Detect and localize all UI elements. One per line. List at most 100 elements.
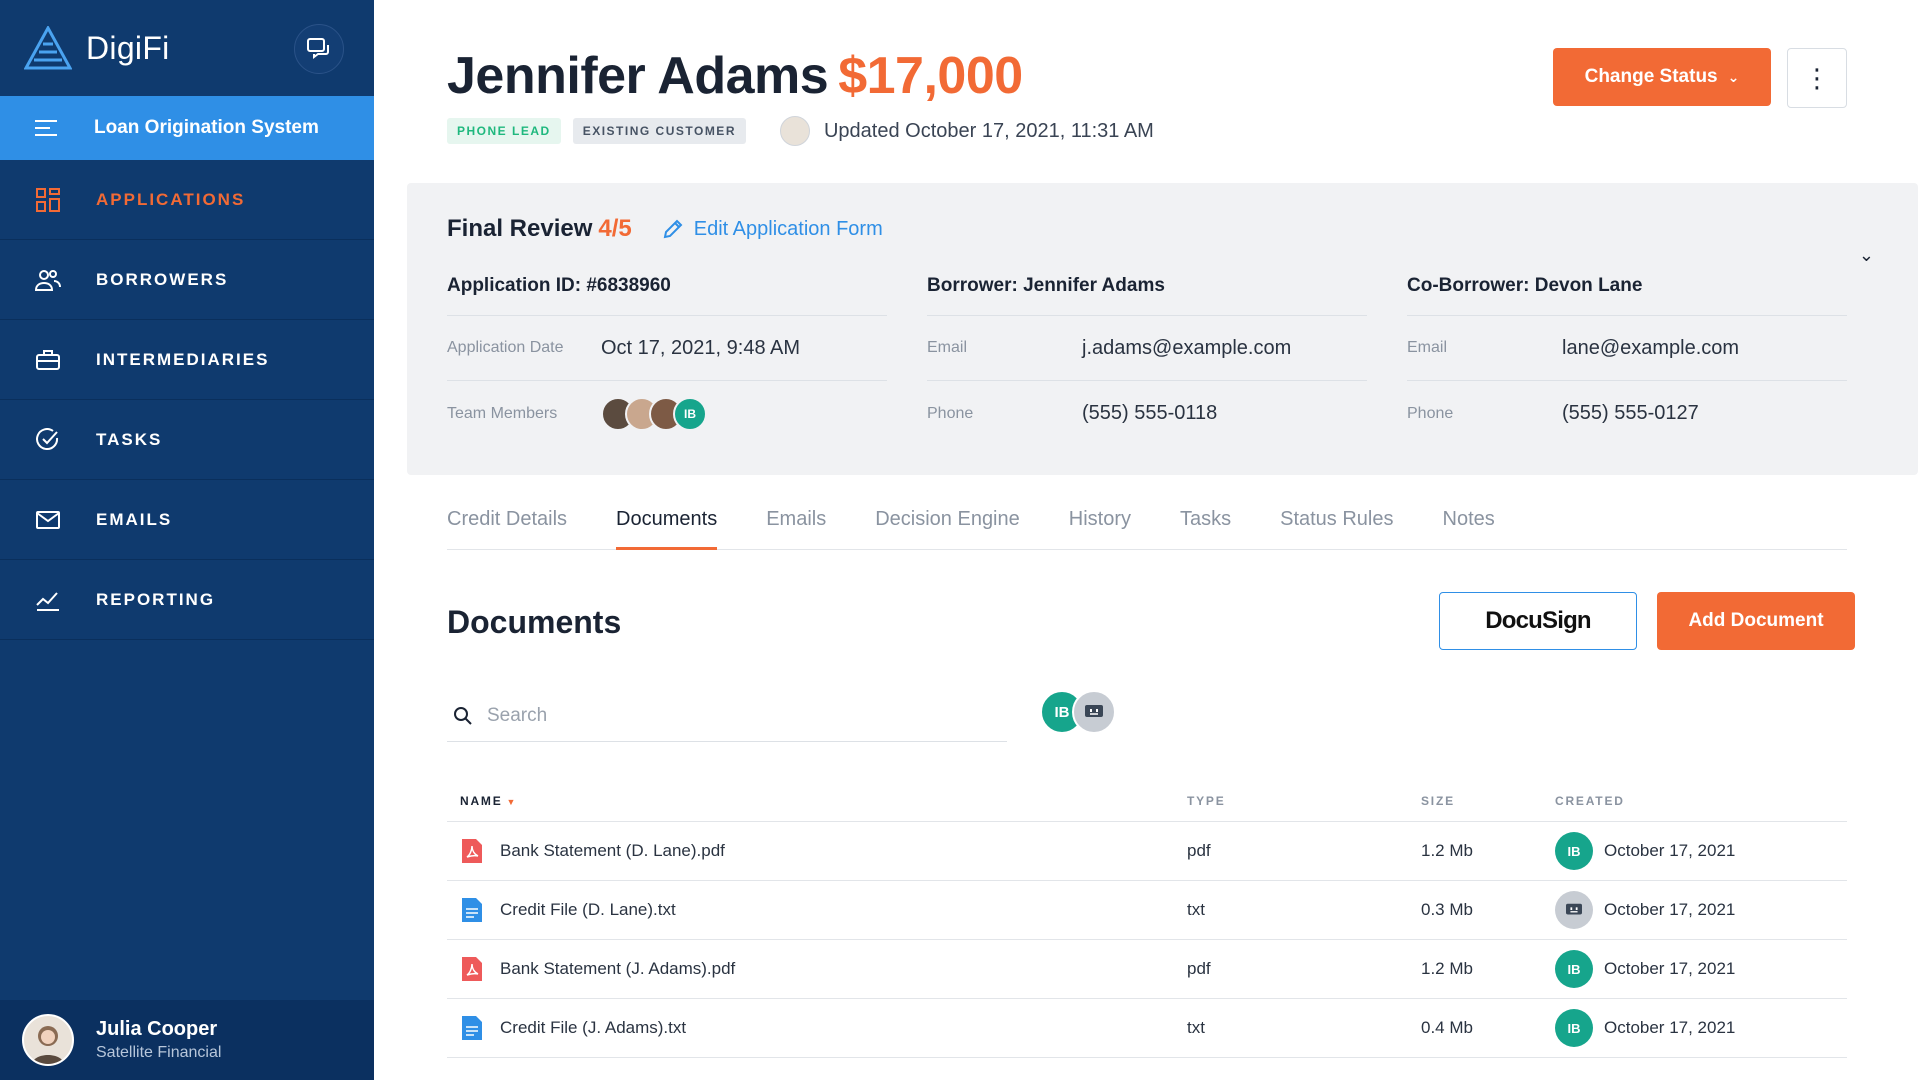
mail-icon [34, 506, 62, 534]
robot-icon [1085, 705, 1103, 717]
avatar [22, 1014, 74, 1066]
application-column: Application ID: #6838960 Application Dat… [447, 275, 887, 446]
search-input[interactable] [487, 704, 967, 727]
main-content: Jennifer Adams $17,000 PHONE LEAD EXISTIN… [374, 0, 1920, 1080]
users-icon [34, 266, 62, 294]
tag-existing-customer: EXISTING CUSTOMER [572, 118, 746, 144]
search-icon [454, 706, 472, 725]
borrower-email[interactable]: j.adams@example.com [1082, 337, 1291, 360]
pencil-icon [663, 219, 683, 239]
document-created-cell: IB October 17, 2021 [1555, 1009, 1735, 1047]
document-name: Credit File (D. Lane).txt [500, 900, 676, 919]
sidebar-item-intermediaries[interactable]: INTERMEDIARIES [0, 320, 374, 400]
updater-avatar [779, 116, 810, 146]
application-id: Application ID: #6838960 [447, 275, 887, 316]
text-file-icon [462, 898, 482, 922]
team-members-avatars[interactable]: IB [601, 396, 707, 431]
sort-down-icon: ▼ [506, 796, 518, 807]
team-members-row: Team Members IB [447, 381, 887, 446]
tab-credit-details[interactable]: Credit Details [447, 498, 567, 550]
chat-button[interactable] [294, 24, 344, 74]
table-row[interactable]: Bank Statement (J. Adams).pdf pdf 1.2 Mb… [447, 940, 1847, 999]
document-created-date: October 17, 2021 [1604, 841, 1736, 860]
sidebar-item-label: TASKS [96, 429, 163, 449]
column-size-header[interactable]: SIZE [1421, 794, 1555, 808]
change-status-button[interactable]: Change Status ⌄ [1553, 48, 1771, 106]
borrower-title: Borrower: Jennifer Adams [927, 275, 1367, 316]
creator-avatar: IB [1555, 832, 1593, 870]
document-type: txt [1187, 1018, 1205, 1037]
sidebar-item-label: BORROWERS [96, 269, 229, 289]
coborrower-title: Co-Borrower: Devon Lane [1407, 275, 1847, 316]
application-date-label: Application Date [447, 339, 564, 356]
add-document-button[interactable]: Add Document [1657, 592, 1855, 650]
column-name-header[interactable]: NAME ▼ [447, 794, 1187, 808]
table-header: NAME ▼ TYPE SIZE CREATED [447, 780, 1847, 822]
document-search [447, 690, 1007, 742]
borrower-column: Borrower: Jennifer Adams Email j.adams@e… [927, 275, 1367, 446]
document-type: pdf [1187, 959, 1211, 978]
tab-emails[interactable]: Emails [766, 498, 826, 550]
tab-documents[interactable]: Documents [616, 498, 718, 550]
application-date-value: Oct 17, 2021, 9:48 AM [601, 336, 801, 359]
section-label: Loan Origination System [94, 117, 319, 138]
loan-origination-system-section[interactable]: Loan Origination System [0, 96, 374, 160]
tab-decision-engine[interactable]: Decision Engine [875, 498, 1020, 550]
sidebar-item-applications[interactable]: APPLICATIONS [0, 160, 374, 240]
sidebar-item-tasks[interactable]: TASKS [0, 400, 374, 480]
email-label: Email [1407, 339, 1448, 356]
docusign-button[interactable]: DocuSign [1439, 592, 1637, 650]
table-row[interactable]: Credit File (J. Adams).txt txt 0.4 Mb IB… [447, 999, 1847, 1058]
review-header: Final Review 4/5 Edit Application Form [447, 215, 883, 243]
team-members-label: Team Members [447, 404, 558, 422]
documents-table: NAME ▼ TYPE SIZE CREATED Bank Statement (… [447, 780, 1847, 1058]
column-name-label: NAME [460, 793, 503, 808]
document-name: Bank Statement (D. Lane).pdf [500, 841, 725, 860]
document-name: Credit File (J. Adams).txt [500, 1018, 687, 1037]
edit-link-label: Edit Application Form [693, 217, 883, 240]
pdf-file-icon [462, 957, 482, 981]
coborrower-phone[interactable]: (555) 555-0127 [1562, 402, 1699, 425]
tab-notes[interactable]: Notes [1443, 498, 1495, 550]
updated-text: Updated October 17, 2021, 11:31 AM [823, 119, 1154, 142]
column-type-header[interactable]: TYPE [1187, 794, 1421, 808]
creator-avatar: IB [1555, 950, 1593, 988]
tab-tasks[interactable]: Tasks [1180, 498, 1231, 550]
application-date-row: Application Date Oct 17, 2021, 9:48 AM [447, 316, 887, 381]
document-size: 0.3 Mb [1421, 900, 1473, 919]
tab-history[interactable]: History [1069, 498, 1131, 550]
collapse-chevron-icon[interactable]: ⌄ [1859, 245, 1874, 266]
document-size: 0.4 Mb [1421, 1018, 1473, 1037]
sidebar-item-label: INTERMEDIARIES [96, 349, 270, 369]
filter-avatar-bot[interactable] [1072, 690, 1116, 734]
loan-amount: $17,000 [838, 47, 1023, 105]
applicant-name: Jennifer Adams [447, 47, 829, 105]
borrower-email-row: Email j.adams@example.com [927, 316, 1367, 381]
brand-name: DigiFi [86, 29, 170, 66]
sidebar-item-borrowers[interactable]: BORROWERS [0, 240, 374, 320]
user-profile[interactable]: Julia Cooper Satellite Financial [0, 1000, 374, 1080]
menu-icon [35, 120, 57, 136]
check-circle-icon [34, 426, 62, 454]
coborrower-email[interactable]: lane@example.com [1562, 337, 1739, 360]
document-created-cell: October 17, 2021 [1555, 891, 1735, 929]
table-row[interactable]: Bank Statement (D. Lane).pdf pdf 1.2 Mb … [447, 822, 1847, 881]
user-name: Julia Cooper [96, 1018, 218, 1040]
text-file-icon [462, 1016, 482, 1040]
sidebar-item-reporting[interactable]: REPORTING [0, 560, 374, 640]
borrower-phone[interactable]: (555) 555-0118 [1082, 402, 1217, 425]
stage-step: 4/5 [598, 215, 632, 242]
documents-title: Documents [447, 604, 622, 640]
sidebar-item-label: EMAILS [96, 509, 173, 529]
sidebar: DigiFi Loan Origination System APPLICATI… [0, 0, 374, 1080]
updated-info: Updated October 17, 2021, 11:31 AM [779, 116, 1154, 146]
tab-status-rules[interactable]: Status Rules [1280, 498, 1393, 550]
document-created-date: October 17, 2021 [1604, 959, 1736, 978]
more-options-button[interactable]: ⋮ [1787, 48, 1847, 108]
review-columns: Application ID: #6838960 Application Dat… [447, 275, 1887, 446]
edit-application-form-link[interactable]: Edit Application Form [662, 218, 883, 241]
sidebar-item-emails[interactable]: EMAILS [0, 480, 374, 560]
column-created-header[interactable]: CREATED [1555, 794, 1625, 808]
email-label: Email [927, 339, 968, 356]
table-row[interactable]: Credit File (D. Lane).txt txt 0.3 Mb Oct… [447, 881, 1847, 940]
